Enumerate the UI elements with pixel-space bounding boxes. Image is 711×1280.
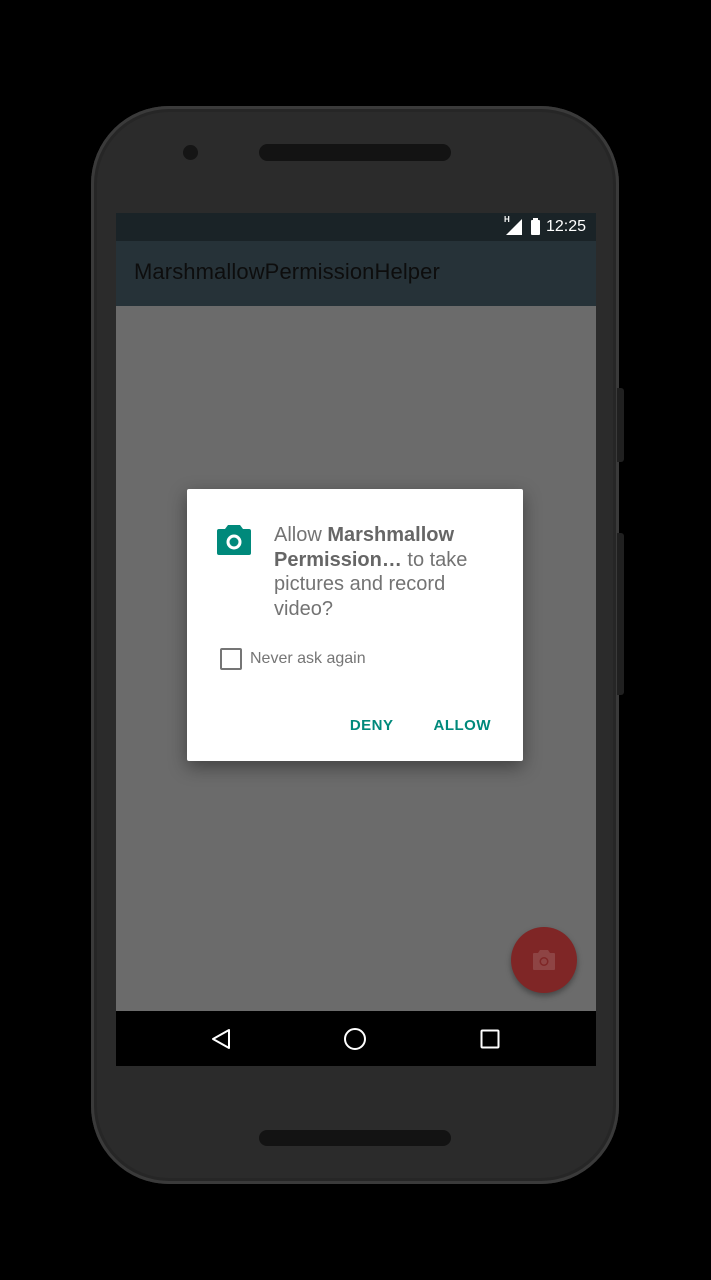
app-title: MarshmallowPermissionHelper <box>134 259 440 284</box>
message-prefix: Allow <box>274 524 328 546</box>
back-triangle-icon <box>212 1029 230 1049</box>
navigation-bar <box>116 1011 596 1066</box>
bottom-speaker <box>259 1130 451 1146</box>
front-camera <box>183 145 198 160</box>
deny-button[interactable]: DENY <box>334 709 410 742</box>
camera-fab[interactable] <box>511 927 577 993</box>
home-button[interactable] <box>341 1025 369 1053</box>
status-time: 12:25 <box>545 218 586 235</box>
camera-icon <box>216 524 252 556</box>
signal-icon: H <box>503 215 523 236</box>
dialog-actions: DENY ALLOW <box>334 707 523 743</box>
recents-square-icon <box>480 1029 500 1049</box>
app-bar: MarshmallowPermissionHelper <box>116 241 596 306</box>
never-ask-label: Never ask again <box>250 650 366 667</box>
top-speaker <box>259 144 451 161</box>
permission-message: Allow Marshmallow Permission… to take pi… <box>274 523 494 621</box>
volume-button <box>617 533 624 695</box>
battery-icon <box>530 217 540 235</box>
allow-button[interactable]: ALLOW <box>418 709 507 742</box>
power-button <box>617 388 624 462</box>
permission-dialog: Allow Marshmallow Permission… to take pi… <box>187 489 523 761</box>
network-type-label: H <box>503 215 510 224</box>
never-ask-checkbox[interactable] <box>220 648 242 670</box>
back-button[interactable] <box>207 1025 235 1053</box>
never-ask-row[interactable]: Never ask again <box>220 648 366 670</box>
home-circle-icon <box>344 1028 366 1050</box>
recents-button[interactable] <box>476 1025 504 1053</box>
camera-icon <box>533 950 555 970</box>
status-icons: H 12:25 <box>503 213 586 241</box>
status-bar: H 12:25 <box>116 213 596 241</box>
